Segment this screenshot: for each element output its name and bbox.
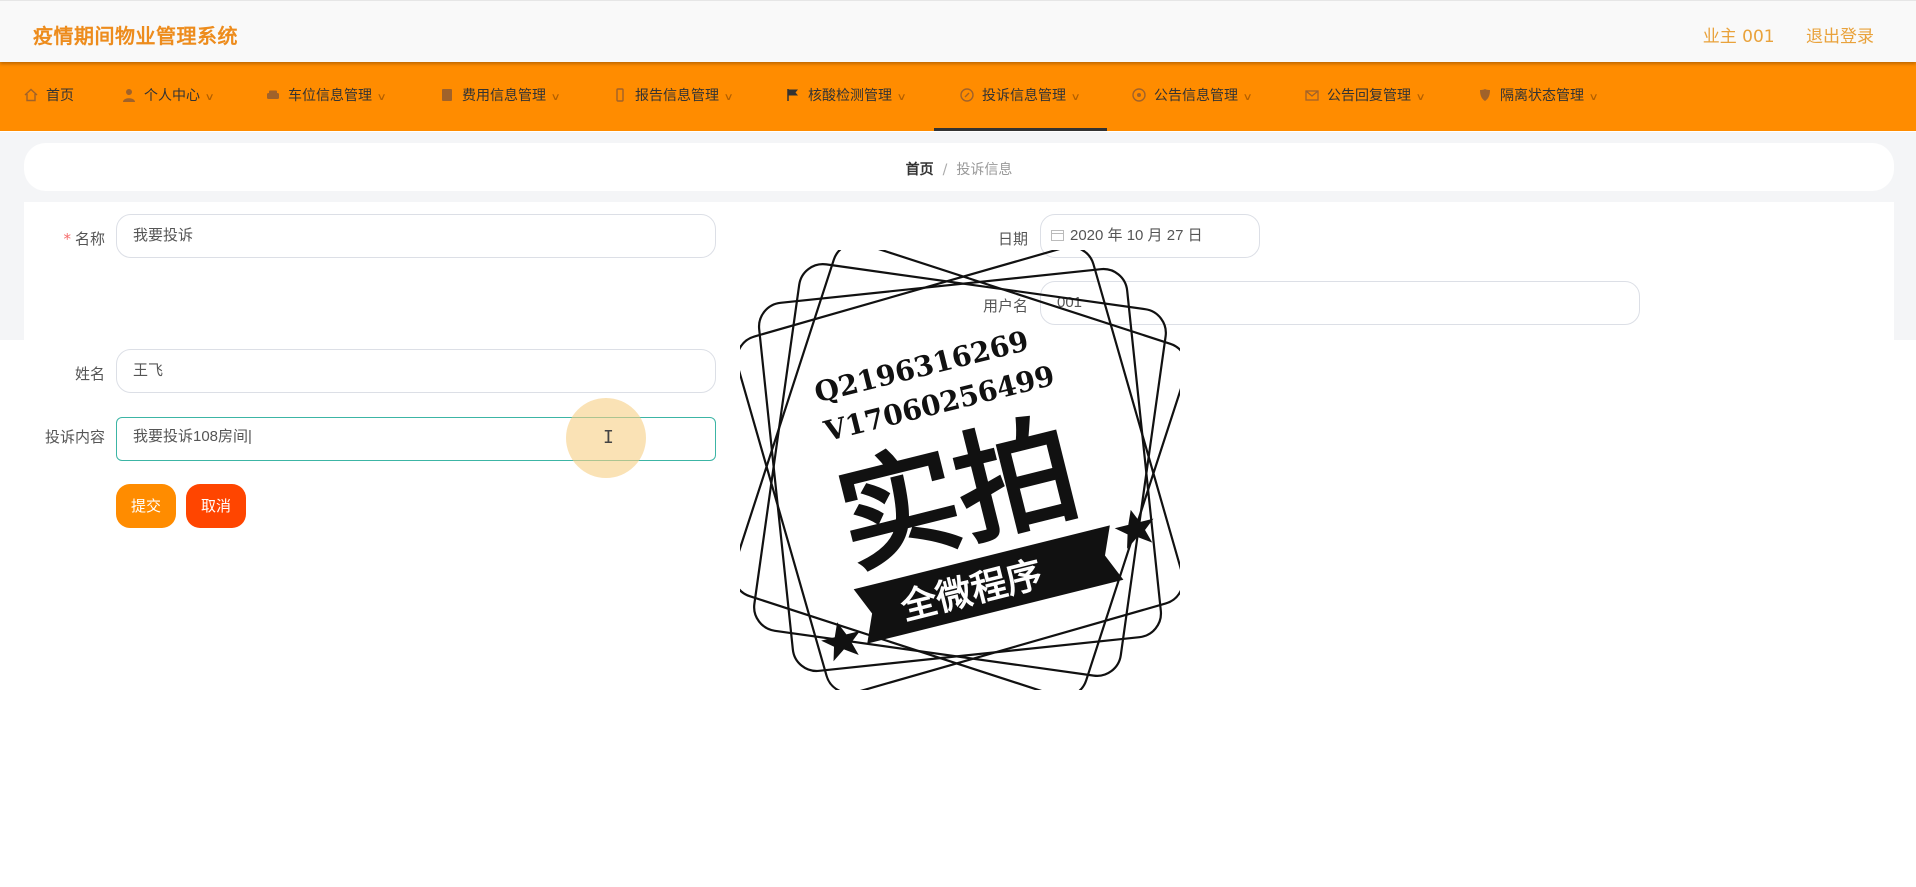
user-area: 业主 001 退出登录 [1677, 22, 1874, 47]
person-name-input[interactable]: 王飞 [116, 349, 716, 393]
nav-item-nucleic-test[interactable]: 核酸检测管理 ∨ [786, 62, 907, 131]
breadcrumb-current: 投诉信息 [956, 162, 1013, 178]
name-label: * 名称 [63, 230, 105, 248]
calendar-icon [1051, 230, 1064, 241]
notice-icon [1132, 88, 1146, 102]
user-icon [123, 89, 135, 102]
shield-icon [1480, 89, 1490, 101]
submit-button[interactable]: 提交 [116, 484, 176, 528]
home-icon [24, 88, 38, 102]
nav-item-complaints[interactable]: 投诉信息管理 ∨ [934, 62, 1107, 131]
complaint-icon [960, 88, 974, 102]
complaint-content-label: 投诉内容 [44, 428, 105, 446]
chevron-down-icon: ∨ [550, 92, 561, 103]
nav-item-quarantine[interactable]: 隔离状态管理 ∨ [1478, 62, 1599, 131]
user-name[interactable]: 业主 001 [1703, 27, 1775, 47]
bill-icon [442, 89, 452, 101]
text-cursor-icon: I [603, 427, 614, 448]
person-name-label: 姓名 [74, 365, 105, 383]
report-icon [616, 88, 624, 102]
nav-item-fees[interactable]: 费用信息管理 ∨ [440, 62, 561, 131]
mail-icon [1305, 90, 1319, 101]
nav-item-reports[interactable]: 报告信息管理 ∨ [613, 62, 734, 131]
flag-icon [787, 89, 798, 101]
top-header: 疫情期间物业管理系统 业主 001 退出登录 [0, 0, 1916, 62]
watermark-stamp: Q2196316269 V17060256499 实拍 全微程序 [740, 250, 1180, 690]
required-mark: * [63, 230, 71, 248]
breadcrumb-separator: / [942, 162, 948, 178]
chevron-down-icon: ∨ [723, 92, 734, 103]
star-icon [821, 622, 860, 662]
date-label: 日期 [997, 230, 1028, 248]
car-icon [267, 90, 279, 99]
main-nav: 首页 个人中心 ∨ 车位信息管理 ∨ 费用信息管理 ∨ 报告信息管理 ∨ 核酸检测管理 ∨… [0, 62, 1916, 131]
breadcrumb-home[interactable]: 首页 [906, 162, 934, 178]
chevron-down-icon: ∨ [204, 92, 215, 103]
nav-item-notice-replies[interactable]: 公告回复管理 ∨ [1305, 62, 1426, 131]
chevron-down-icon: ∨ [896, 92, 907, 103]
nav-item-home[interactable]: 首页 [24, 62, 74, 131]
cancel-button[interactable]: 取消 [186, 484, 246, 528]
chevron-down-icon: ∨ [1242, 92, 1253, 103]
nav-item-profile[interactable]: 个人中心 ∨ [122, 62, 215, 131]
chevron-down-icon: ∨ [1415, 92, 1426, 103]
chevron-down-icon: ∨ [1070, 92, 1081, 103]
breadcrumb: 首页 / 投诉信息 [24, 143, 1894, 191]
nav-item-parking[interactable]: 车位信息管理 ∨ [266, 62, 387, 131]
chevron-down-icon: ∨ [376, 92, 387, 103]
nav-item-notices[interactable]: 公告信息管理 ∨ [1132, 62, 1253, 131]
text-caret: | [248, 428, 252, 445]
logout-link[interactable]: 退出登录 [1806, 27, 1874, 47]
chevron-down-icon: ∨ [1588, 92, 1599, 103]
name-input[interactable]: 我要投诉 [116, 214, 716, 258]
app-title: 疫情期间物业管理系统 [33, 24, 238, 48]
